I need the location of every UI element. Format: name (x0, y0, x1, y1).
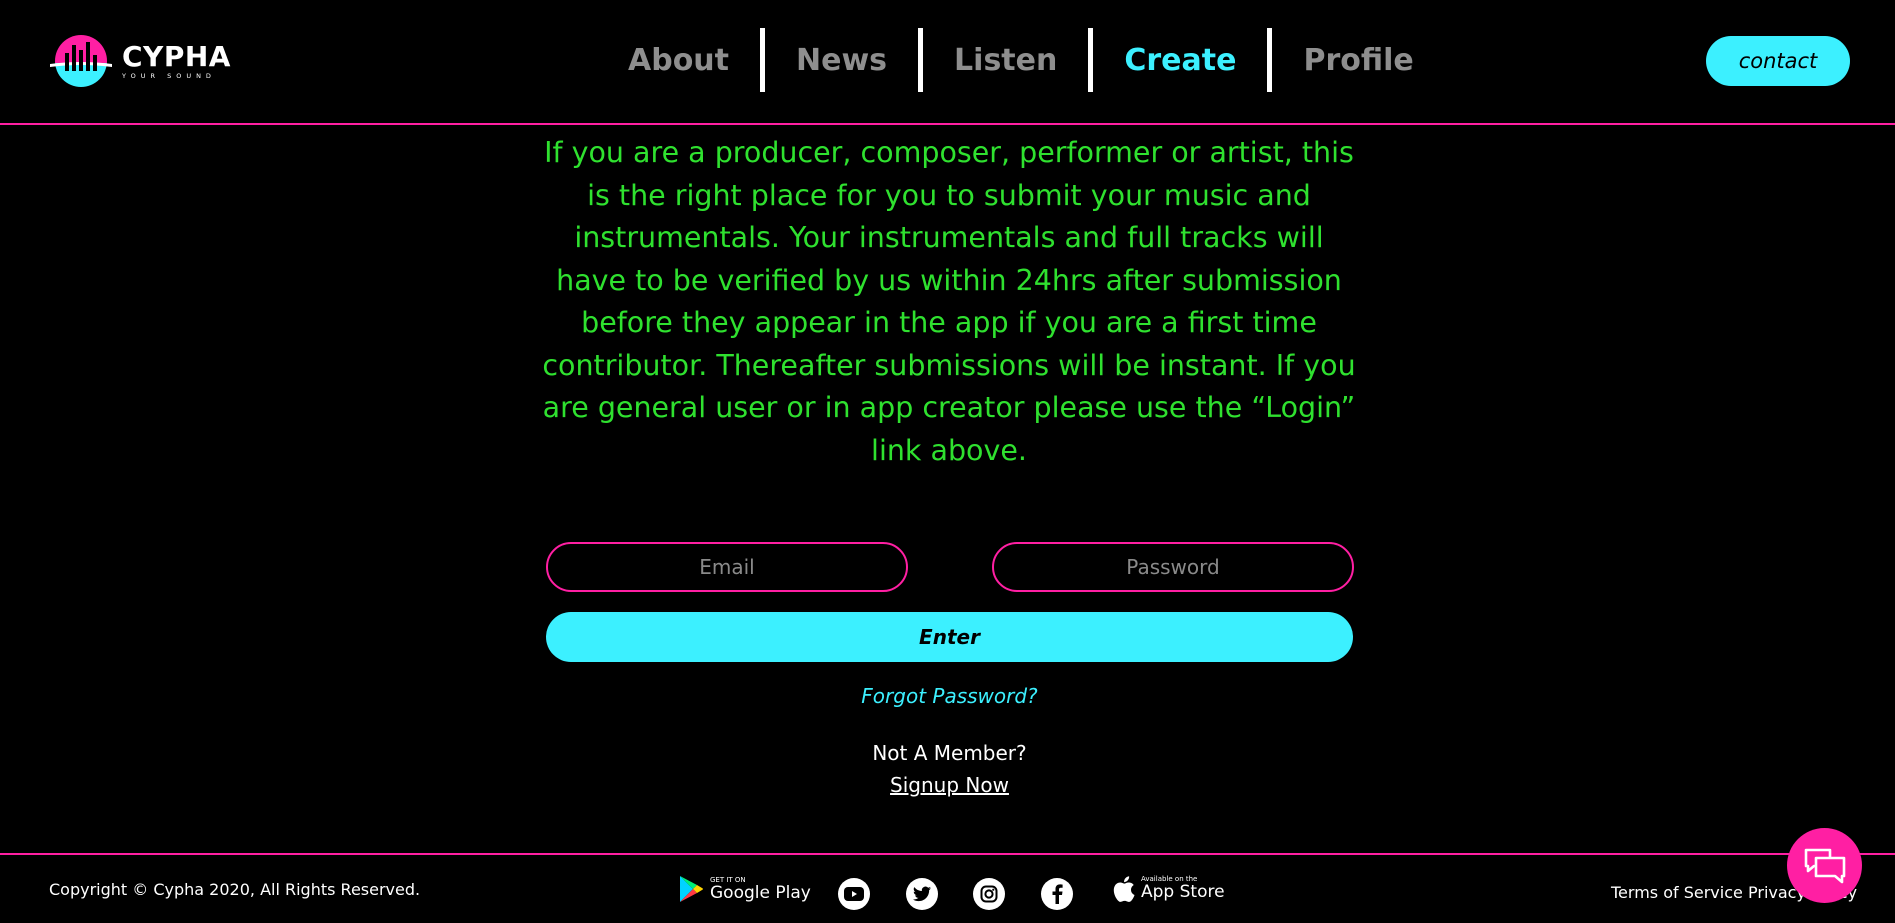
contact-button[interactable]: contact (1706, 36, 1850, 86)
nav-profile[interactable]: Profile (1272, 43, 1444, 78)
brand-tagline: YOUR SOUND (122, 71, 216, 80)
password-field[interactable] (992, 542, 1354, 592)
forgot-password-link[interactable]: Forgot Password? (546, 684, 1353, 708)
app-store-badge[interactable]: Available on the App Store (1113, 875, 1225, 902)
instagram-icon[interactable] (973, 878, 1005, 910)
enter-button[interactable]: Enter (546, 612, 1353, 662)
nav-listen[interactable]: Listen (923, 43, 1088, 78)
signup-link[interactable]: Signup Now (890, 773, 1009, 797)
cypha-logo-icon (50, 35, 112, 87)
google-play-big-text: Google Play (710, 882, 811, 903)
signup-container: Signup Now (546, 773, 1353, 797)
twitter-icon[interactable] (906, 878, 938, 910)
not-member-text: Not A Member? (872, 741, 1027, 765)
facebook-icon[interactable] (1041, 878, 1073, 910)
nav-about[interactable]: About (597, 43, 760, 78)
app-store-big-text: App Store (1141, 882, 1225, 902)
terms-of-service-link[interactable]: Terms of Service (1611, 883, 1743, 902)
main-nav: About News Listen Create Profile (597, 28, 1445, 92)
brand-name: CYPHA (122, 39, 231, 73)
nav-create[interactable]: Create (1093, 43, 1267, 78)
apple-icon (1113, 875, 1135, 902)
site-footer: Copyright © Cypha 2020, All Rights Reser… (0, 853, 1895, 923)
copyright-text: Copyright © Cypha 2020, All Rights Reser… (49, 880, 421, 899)
site-header: CYPHA YOUR SOUND About News Listen Creat… (0, 0, 1895, 125)
email-field[interactable] (546, 542, 908, 592)
nav-news[interactable]: News (765, 43, 918, 78)
brand-logo[interactable]: CYPHA YOUR SOUND (50, 33, 231, 89)
chat-widget-button[interactable] (1787, 828, 1862, 903)
google-play-icon (680, 876, 703, 902)
submission-intro-text: If you are a producer, composer, perform… (542, 136, 1356, 467)
chat-bubbles-icon (1804, 848, 1845, 883)
google-play-badge[interactable]: GET IT ON Google Play (678, 875, 811, 903)
youtube-icon[interactable] (838, 878, 870, 910)
